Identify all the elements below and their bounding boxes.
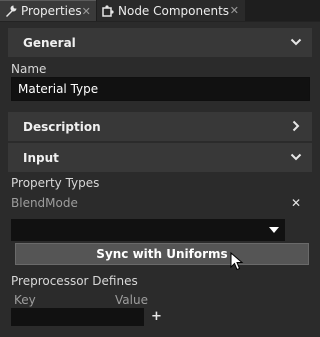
mouse-cursor-icon	[230, 252, 244, 271]
key-input[interactable]	[11, 308, 144, 326]
property-types-label: Property Types	[11, 176, 100, 190]
tab-node-components[interactable]: Node Components ✕	[97, 0, 245, 21]
tab-properties[interactable]: Properties ✕	[0, 0, 96, 21]
section-general-title: General	[23, 35, 76, 50]
puzzle-icon	[101, 4, 115, 18]
section-input-title: Input	[23, 150, 59, 165]
key-column-header: Key	[14, 293, 36, 307]
name-label: Name	[11, 62, 47, 76]
chevron-down-icon	[290, 153, 302, 161]
section-general-header[interactable]: General	[8, 28, 312, 57]
section-description-header[interactable]: Description	[8, 112, 312, 141]
tab-properties-close-icon[interactable]: ✕	[82, 5, 91, 18]
section-description-title: Description	[23, 119, 101, 134]
tab-bar: Properties ✕ Node Components ✕	[0, 0, 320, 21]
property-type-select[interactable]	[11, 219, 285, 241]
property-type-item: BlendMode	[11, 196, 78, 210]
name-input[interactable]: Material Type	[11, 77, 310, 101]
tab-node-components-close-icon[interactable]: ✕	[230, 4, 239, 17]
section-input-header[interactable]: Input	[8, 143, 312, 172]
preprocessor-defines-label: Preprocessor Defines	[11, 274, 138, 288]
tab-node-components-label: Node Components	[118, 3, 230, 18]
wrench-icon	[4, 4, 18, 18]
chevron-right-icon	[292, 120, 300, 132]
add-define-icon[interactable]: +	[151, 309, 162, 324]
remove-item-icon[interactable]: ✕	[291, 196, 301, 210]
tab-properties-label: Properties	[21, 4, 82, 18]
chevron-down-icon	[290, 38, 302, 46]
value-column-header: Value	[115, 293, 148, 307]
sync-with-uniforms-button[interactable]: Sync with Uniforms	[15, 243, 309, 265]
dropdown-arrow-icon	[269, 227, 279, 233]
